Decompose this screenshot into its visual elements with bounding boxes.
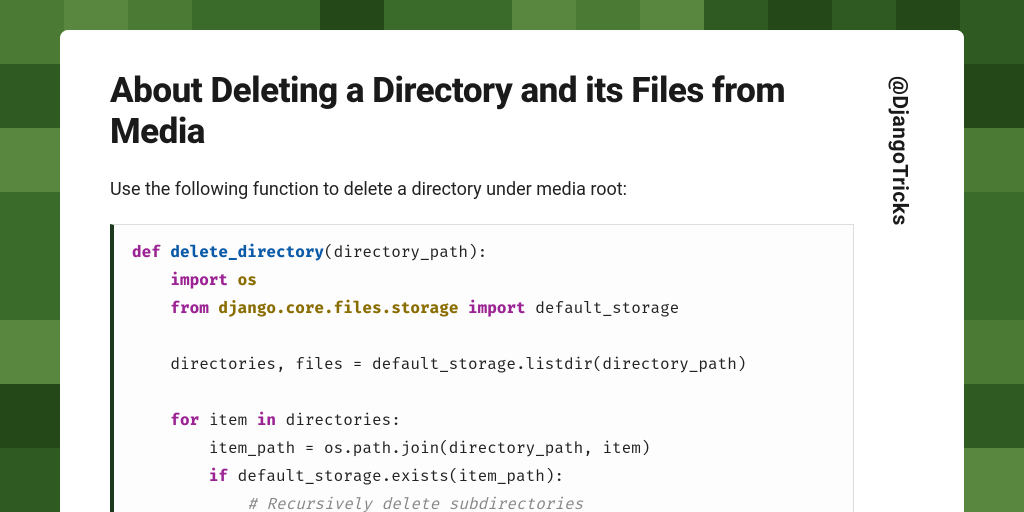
page-title: About Deleting a Directory and its Files… [110,70,854,153]
code-text: default_storage.exists(item_path): [228,467,564,486]
main-column: About Deleting a Directory and its Files… [110,70,854,512]
code-keyword: import [468,299,526,318]
code-text: item [199,411,257,430]
code-fn-name: delete_directory [170,243,324,262]
code-text: (directory_path): [324,243,487,262]
code-text: directories: [276,411,401,430]
code-module: django.core.files.storage [218,299,458,318]
code-text: item_path = os.path.join(directory_path,… [132,439,650,458]
code-module: os [238,271,257,290]
intro-text: Use the following function to delete a d… [110,177,854,202]
code-block: def delete_directory(directory_path): im… [110,224,854,512]
sidebar: @DjangoTricks [884,70,914,512]
code-keyword: for [170,411,199,430]
code-keyword: if [209,467,228,486]
code-keyword: from [170,299,208,318]
code-keyword: in [257,411,276,430]
author-handle: @DjangoTricks [887,76,911,226]
code-keyword: import [170,271,228,290]
code-keyword: def [132,243,161,262]
code-text: default_storage [535,299,679,318]
code-comment: # Recursively delete subdirectories [132,495,583,512]
content-card: About Deleting a Directory and its Files… [60,30,964,512]
code-text: directories, files = default_storage.lis… [132,355,746,374]
